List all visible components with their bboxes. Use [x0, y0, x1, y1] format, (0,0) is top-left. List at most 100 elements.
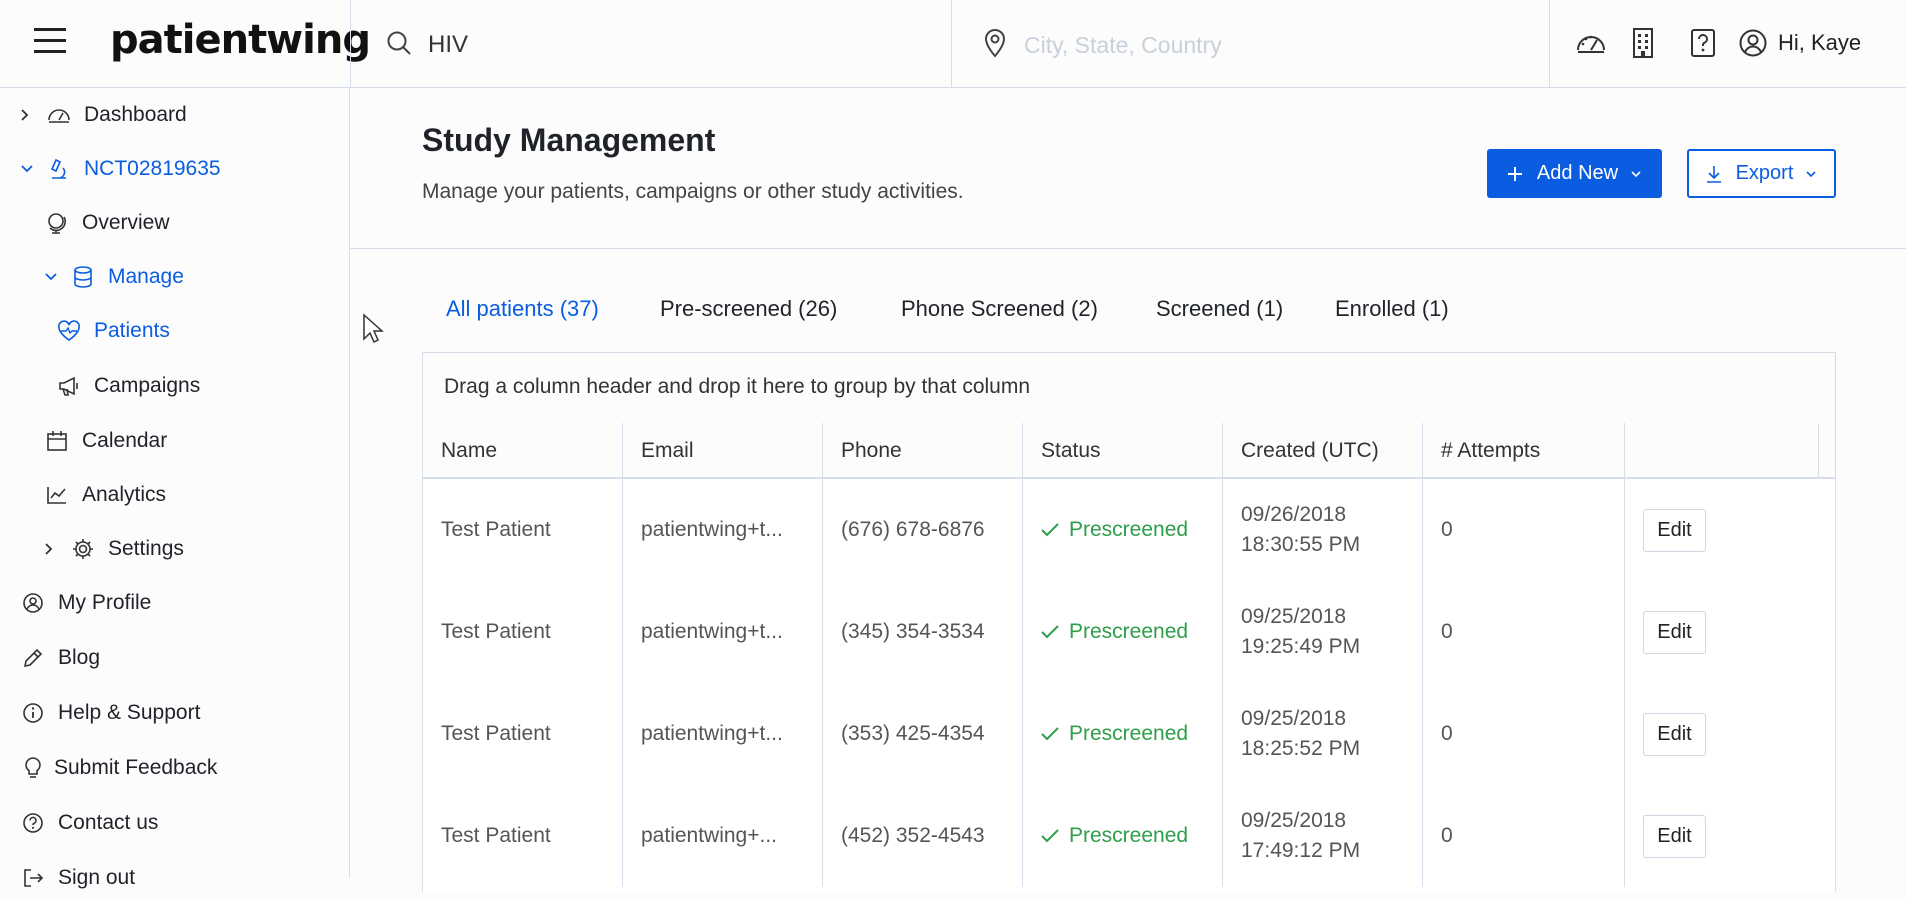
table-row[interactable]: Test Patient patientwing+t... (676) 678-… — [423, 479, 1835, 581]
cell-actions: Edit — [1625, 581, 1835, 683]
table-row[interactable]: Test Patient patientwing+t... (345) 354-… — [423, 581, 1835, 683]
edit-button[interactable]: Edit — [1643, 814, 1706, 858]
sidebar-item-label: My Profile — [58, 591, 152, 614]
top-bar: patientwing Hi, Kaye — [0, 0, 1906, 88]
tab-enrolled[interactable]: Enrolled (1) — [1335, 296, 1449, 322]
sidebar-item-contact-us[interactable]: Contact us — [20, 803, 158, 843]
status-label: Prescreened — [1069, 824, 1189, 847]
user-avatar-icon[interactable] — [1738, 26, 1768, 60]
cell-status: Prescreened — [1023, 479, 1223, 581]
search-box — [350, 0, 950, 88]
sidebar-item-label: Campaigns — [94, 374, 201, 397]
sign-out-icon — [20, 865, 46, 891]
table-header: Name Email Phone Status Created (UTC) # … — [423, 423, 1835, 479]
cell-created: 09/25/2018 19:25:49 PM — [1223, 581, 1423, 683]
user-greeting[interactable]: Hi, Kaye — [1778, 30, 1861, 56]
column-header-actions — [1625, 423, 1819, 479]
sidebar-item-blog[interactable]: Blog — [20, 638, 100, 678]
cell-email: patientwing+t... — [623, 683, 823, 785]
cell-actions: Edit — [1625, 683, 1835, 785]
table-row[interactable]: Test Patient patientwing+... (452) 352-4… — [423, 785, 1835, 887]
brand-logo-text: patientwing — [110, 17, 371, 63]
sidebar-item-manage[interactable]: Manage — [44, 257, 184, 297]
page-subtitle: Manage your patients, campaigns or other… — [422, 180, 964, 203]
user-circle-icon — [20, 590, 46, 616]
sidebar-item-dashboard[interactable]: Dashboard — [20, 95, 187, 135]
sidebar-item-calendar[interactable]: Calendar — [44, 421, 167, 461]
hamburger-menu-icon[interactable] — [32, 24, 68, 58]
cell-attempts: 0 — [1423, 785, 1625, 887]
created-time: 19:25:49 PM — [1241, 635, 1361, 658]
brand-logo[interactable]: patientwing — [110, 17, 371, 63]
group-by-panel[interactable]: Drag a column header and drop it here to… — [423, 353, 1835, 424]
page-header: Study Management Manage your patients, c… — [350, 88, 1906, 249]
search-input[interactable] — [426, 26, 910, 64]
cell-phone: (676) 678-6876 — [823, 479, 1023, 581]
sidebar-item-label: Analytics — [82, 483, 167, 506]
tab-screened[interactable]: Screened (1) — [1156, 296, 1283, 322]
location-pin-icon — [984, 28, 1006, 58]
column-header-phone[interactable]: Phone — [823, 423, 1023, 479]
sidebar-item-label: Dashboard — [84, 103, 187, 126]
divider — [1549, 0, 1550, 88]
sidebar-item-submit-feedback[interactable]: Submit Feedback — [20, 748, 217, 788]
dashboard-gauge-icon[interactable] — [1574, 26, 1608, 60]
location-input[interactable] — [1022, 26, 1506, 64]
sidebar-item-study[interactable]: NCT02819635 — [20, 149, 221, 189]
column-header-status[interactable]: Status — [1023, 423, 1223, 479]
help-question-icon[interactable] — [1689, 26, 1717, 60]
gear-icon — [70, 536, 96, 562]
sidebar-item-analytics[interactable]: Analytics — [44, 475, 166, 515]
column-header-attempts[interactable]: # Attempts — [1423, 423, 1625, 479]
sidebar-item-help-support[interactable]: Help & Support — [20, 693, 200, 733]
sidebar-item-label: Help & Support — [58, 701, 201, 724]
check-icon — [1041, 829, 1059, 843]
created-date: 09/25/2018 — [1241, 707, 1347, 730]
sidebar-item-patients[interactable]: Patients — [56, 311, 170, 351]
cell-email: patientwing+t... — [623, 479, 823, 581]
chart-line-icon — [44, 482, 70, 508]
sidebar-item-label: Calendar — [82, 429, 168, 452]
tab-phone-screened[interactable]: Phone Screened (2) — [901, 296, 1098, 322]
add-new-label: Add New — [1536, 162, 1619, 184]
chevron-down-icon — [20, 164, 34, 174]
column-header-created[interactable]: Created (UTC) — [1223, 423, 1423, 479]
cell-email: patientwing+... — [623, 785, 823, 887]
sidebar-item-settings[interactable]: Settings — [44, 529, 184, 569]
patients-grid: Drag a column header and drop it here to… — [422, 352, 1836, 892]
sidebar-item-campaigns[interactable]: Campaigns — [56, 366, 200, 406]
edit-button[interactable]: Edit — [1643, 610, 1706, 654]
cell-phone: (452) 352-4543 — [823, 785, 1023, 887]
database-icon — [70, 264, 96, 290]
cell-name: Test Patient — [423, 785, 623, 887]
column-header-email[interactable]: Email — [623, 423, 823, 479]
tab-pre-screened[interactable]: Pre-screened (26) — [660, 296, 837, 322]
page-title: Study Management — [422, 122, 716, 158]
column-header-name[interactable]: Name — [423, 423, 623, 479]
info-circle-icon — [20, 700, 46, 726]
check-icon — [1041, 625, 1059, 639]
export-button[interactable]: Export — [1687, 149, 1836, 198]
created-date: 09/26/2018 — [1241, 503, 1347, 526]
created-time: 17:49:12 PM — [1241, 839, 1361, 862]
cell-status: Prescreened — [1023, 581, 1223, 683]
tab-all-patients[interactable]: All patients (37) — [446, 296, 599, 322]
sidebar-item-my-profile[interactable]: My Profile — [20, 583, 151, 623]
status-label: Prescreened — [1069, 518, 1189, 541]
group-by-hint: Drag a column header and drop it here to… — [444, 375, 1031, 398]
chevron-down-icon — [44, 272, 58, 282]
created-date: 09/25/2018 — [1241, 809, 1347, 832]
chevron-down-icon — [1630, 170, 1642, 178]
question-circle-icon — [20, 810, 46, 836]
edit-button[interactable]: Edit — [1643, 508, 1706, 552]
cell-created: 09/25/2018 17:49:12 PM — [1223, 785, 1423, 887]
chevron-down-icon — [1805, 170, 1817, 178]
edit-button[interactable]: Edit — [1643, 712, 1706, 756]
sidebar-item-overview[interactable]: Overview — [44, 203, 170, 243]
created-time: 18:25:52 PM — [1241, 737, 1361, 760]
globe-icon — [44, 210, 70, 236]
table-row[interactable]: Test Patient patientwing+t... (353) 425-… — [423, 683, 1835, 785]
sidebar-item-sign-out[interactable]: Sign out — [20, 858, 135, 898]
building-icon[interactable] — [1630, 26, 1656, 60]
add-new-button[interactable]: Add New — [1487, 149, 1662, 198]
